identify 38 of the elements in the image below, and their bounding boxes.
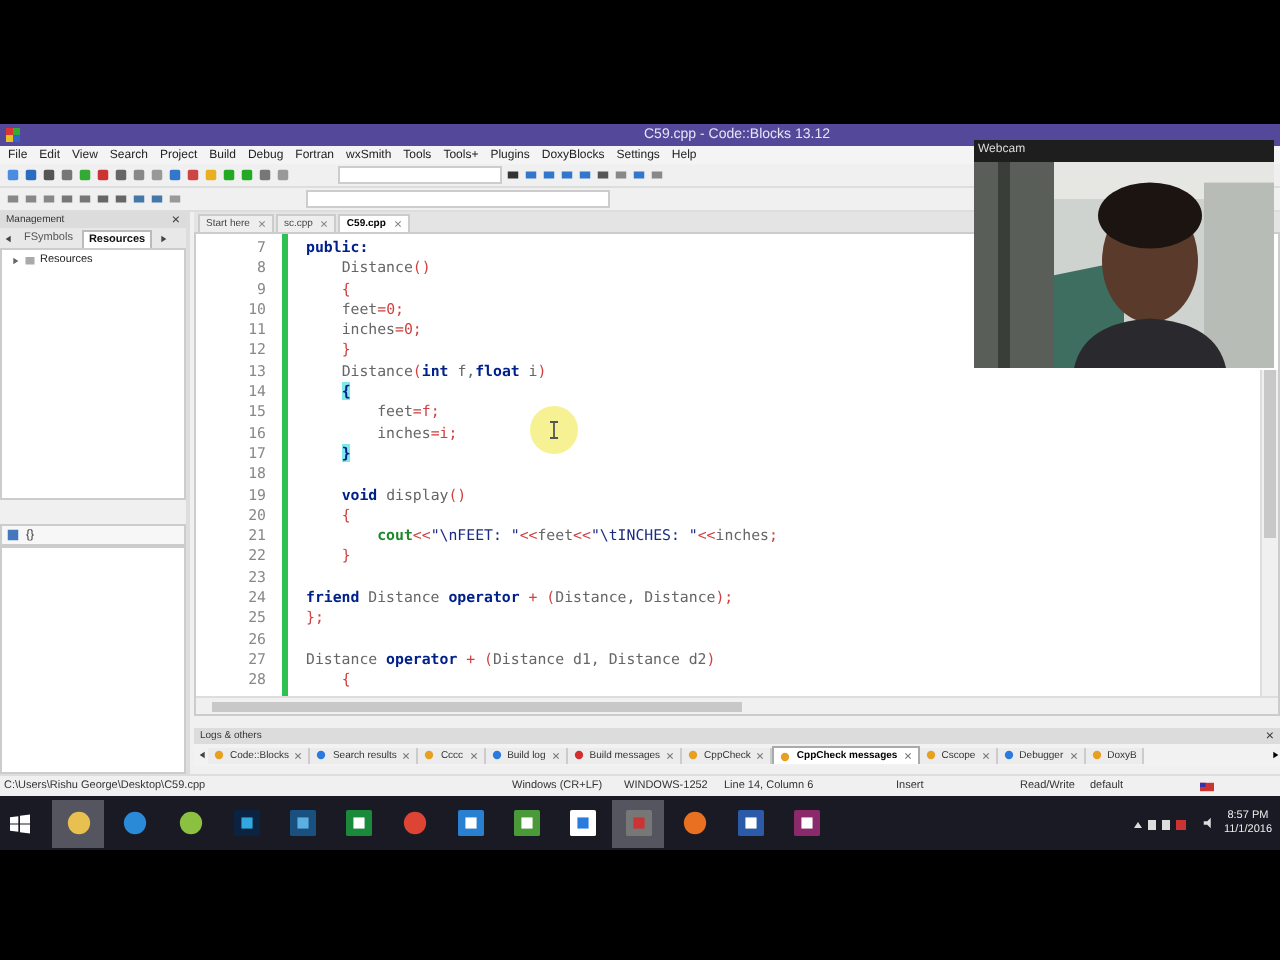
app-icon[interactable] [457, 810, 483, 836]
cursor-highlight-icon [530, 406, 578, 454]
tab-icon [925, 750, 936, 760]
close-icon[interactable] [1069, 751, 1078, 759]
scroll-right-icon[interactable] [1270, 750, 1280, 760]
tab-icon [688, 750, 699, 760]
speaker-icon[interactable] [1201, 816, 1216, 830]
close-icon[interactable] [320, 220, 329, 228]
close-icon[interactable] [257, 220, 266, 228]
close-icon[interactable] [666, 751, 675, 759]
tab-icon [316, 750, 327, 760]
flag-icon [1200, 781, 1214, 791]
tab-icon [780, 751, 791, 761]
scroll-left-icon[interactable] [4, 233, 14, 243]
tab-icon [214, 750, 224, 760]
close-icon[interactable] [756, 751, 765, 759]
close-icon[interactable] [469, 751, 478, 759]
list-icon[interactable] [6, 528, 20, 542]
tab-icon [1091, 750, 1102, 760]
app-icon[interactable] [233, 810, 259, 836]
horizontal-scrollbar[interactable] [196, 696, 1278, 714]
close-icon[interactable] [981, 751, 990, 759]
close-icon[interactable] [294, 751, 303, 759]
scroll-left-icon[interactable] [198, 750, 208, 760]
vertical-scrollbar[interactable] [1260, 370, 1278, 696]
app-icon [6, 128, 20, 142]
close-icon[interactable] [551, 751, 560, 759]
windows-start-icon[interactable] [10, 813, 30, 833]
expander-icon[interactable] [10, 255, 20, 265]
close-icon[interactable] [903, 752, 912, 760]
tab-icon [491, 750, 502, 760]
tab-icon [424, 750, 435, 760]
tab-icon [1003, 750, 1014, 760]
close-icon[interactable] [393, 220, 402, 228]
tab-icon [573, 750, 584, 760]
resource-icon [24, 254, 36, 266]
close-icon[interactable] [402, 751, 411, 759]
scroll-right-icon[interactable] [157, 233, 168, 243]
